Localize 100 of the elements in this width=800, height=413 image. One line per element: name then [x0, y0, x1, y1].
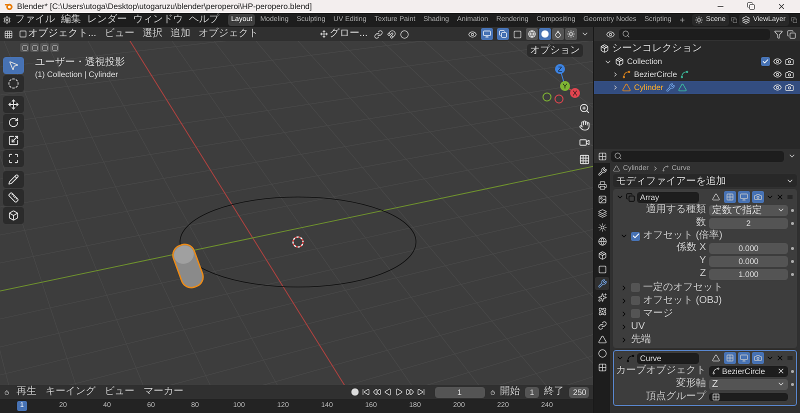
ruler-icon [8, 192, 19, 203]
menu-item[interactable]: ビュー [102, 386, 136, 398]
number-field[interactable]: 0.000 [709, 256, 788, 266]
ruler-tool[interactable] [3, 189, 24, 206]
menu-item[interactable]: 編集 [58, 14, 83, 26]
outliner-row[interactable]: BezierCircle [594, 68, 800, 81]
menu-item[interactable]: 追加 [168, 28, 192, 40]
keyframe-dot-icon[interactable] [791, 222, 794, 224]
rendered-shading-icon[interactable] [565, 28, 577, 40]
options-dropdown[interactable]: オプション [527, 44, 583, 57]
keyframe-dot-icon[interactable] [791, 260, 794, 262]
menu-item[interactable]: オブジェクト [196, 28, 260, 40]
visibility-icon [468, 30, 477, 38]
transform-icon [8, 153, 19, 164]
menu-item[interactable]: マーカー [142, 386, 186, 398]
play-reverse-icon [384, 388, 392, 396]
menu-item[interactable]: 再生 [14, 386, 38, 398]
mode-dropdown[interactable]: オブジェクト... [17, 28, 98, 40]
dropdown-field[interactable]: Z [709, 378, 788, 390]
modifier-name-field[interactable]: Curve [637, 352, 699, 364]
outliner-item: Cylinder [634, 82, 664, 94]
menu-item[interactable]: ヘルプ [186, 14, 221, 26]
hand-icon[interactable] [577, 118, 591, 132]
menu-item[interactable]: ビュー [102, 28, 136, 40]
menu-item[interactable]: ファイル [12, 14, 57, 26]
subpanel-label[interactable]: 一定のオフセット [643, 282, 723, 294]
section-label: オフセット (倍率) [643, 230, 722, 242]
wireframe-shading-icon[interactable] [526, 28, 538, 40]
outliner-item[interactable]: Collection [627, 56, 662, 68]
zoom-icon[interactable] [577, 101, 591, 115]
add-workspace-button[interactable]: + [676, 14, 688, 26]
orientation-dropdown[interactable]: グロー... [318, 28, 370, 40]
subpanel-label[interactable]: 先端 [631, 334, 651, 346]
start-label: 開始 [500, 386, 520, 398]
filter-icon [774, 30, 783, 38]
solid-shading-icon[interactable] [539, 28, 551, 40]
end-frame-field[interactable]: 250 [569, 386, 589, 398]
dashed-circle-tool[interactable] [3, 75, 24, 92]
grid-icon[interactable] [577, 152, 591, 166]
render-icon[interactable] [752, 191, 764, 203]
mesh-icon [613, 165, 620, 172]
scale-tool[interactable] [3, 132, 24, 149]
collection-icon [615, 57, 624, 66]
keyframe-dot-icon[interactable] [791, 370, 794, 372]
keyframe-dot-icon[interactable] [791, 272, 794, 276]
cube-tool[interactable] [3, 207, 24, 224]
search-field[interactable] [611, 150, 784, 162]
subpanel-label[interactable]: UV [631, 320, 645, 332]
subpanel-label[interactable]: マージ [643, 308, 673, 320]
eye-icon [773, 57, 782, 66]
restore-icon[interactable] [747, 2, 755, 10]
field-label: Y [698, 255, 706, 267]
object-field[interactable]: BezierCircle [709, 366, 788, 376]
dropdown-field[interactable]: 定数で指定 [709, 204, 788, 216]
menu-item[interactable]: キーイング [44, 386, 98, 398]
transform-tool[interactable] [3, 150, 24, 167]
overlay-icon[interactable] [497, 28, 509, 40]
move-tool[interactable] [3, 96, 24, 113]
add-modifier-dropdown[interactable]: モディファイアーを追加 [613, 174, 797, 187]
cursor-select-tool[interactable] [3, 57, 24, 74]
checkbox[interactable] [761, 57, 770, 66]
keyframe-dot-icon[interactable] [791, 208, 794, 212]
field-label: 数 [695, 217, 706, 229]
keyframe-dot-icon[interactable] [791, 382, 794, 386]
wrench-tab[interactable] [595, 277, 609, 290]
modifier-name-field[interactable]: Array [637, 192, 699, 202]
drag-handle-icon [786, 193, 794, 201]
next-keyframe-icon [406, 388, 414, 396]
menu-item[interactable]: レンダー [84, 14, 129, 26]
object-mode-icon [19, 30, 27, 38]
current-frame-field[interactable]: 1 [434, 386, 484, 398]
field-label: 頂点グループ [645, 391, 706, 403]
drag-handle-icon [786, 354, 794, 362]
search-field[interactable] [619, 28, 770, 40]
camera-icon [785, 83, 794, 92]
vertex-group-field[interactable] [709, 393, 788, 401]
keyframe-dot-icon[interactable] [791, 246, 794, 250]
outliner-row[interactable]: Cylinder [594, 81, 800, 94]
subpanel-label[interactable]: オフセット (OBJ) [643, 294, 722, 306]
checkbox[interactable] [631, 232, 640, 240]
render-icon[interactable] [752, 352, 764, 364]
curve-icon [712, 367, 720, 375]
camera-icon [785, 70, 794, 79]
close-icon[interactable] [777, 2, 786, 11]
start-frame-field[interactable]: 1 [525, 386, 539, 398]
outliner-item[interactable]: シーンコレクション [612, 42, 702, 54]
number-field[interactable]: 0.000 [709, 242, 788, 254]
pencil-tool[interactable] [3, 171, 24, 188]
pencil-icon [8, 174, 19, 185]
field-label: カーブオブジェクト [615, 365, 706, 377]
3d-cursor-icon [292, 236, 304, 248]
menu-item[interactable]: 選択 [140, 28, 164, 40]
field-label: 係数 X [676, 242, 706, 254]
number-field[interactable]: 2 [709, 218, 788, 228]
rotate-tool[interactable] [3, 114, 24, 131]
number-field[interactable]: 1.000 [709, 268, 788, 280]
menu-item[interactable]: ウィンドウ [130, 14, 185, 26]
delete-icon [776, 354, 784, 362]
material-shading-icon[interactable] [552, 28, 564, 40]
outliner-item: BezierCircle [634, 68, 678, 80]
